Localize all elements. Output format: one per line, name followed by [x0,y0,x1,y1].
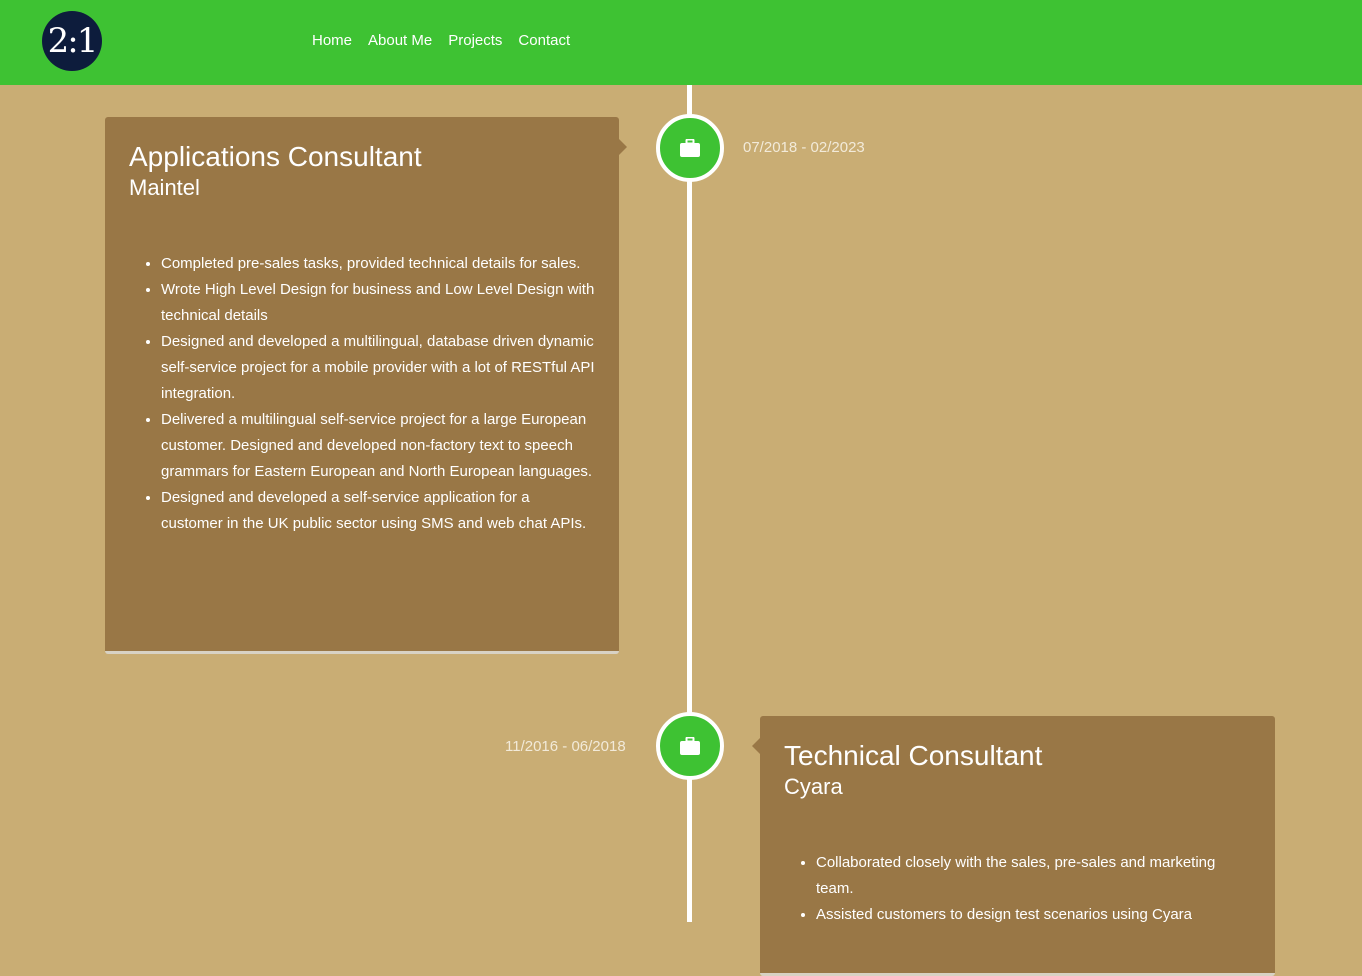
timeline-node-2 [656,712,724,780]
briefcase-icon [680,139,700,157]
briefcase-icon [680,737,700,755]
list-item: Completed pre-sales tasks, provided tech… [161,251,595,277]
job-title: Applications Consultant [129,141,422,172]
card-pointer [752,738,760,754]
main-nav: Home About Me Projects Contact [312,31,570,51]
job-duties-list: Completed pre-sales tasks, provided tech… [129,251,595,537]
list-item: Assisted customers to design test scenar… [816,902,1251,928]
list-item: Designed and developed a multilingual, d… [161,329,595,407]
list-item: Designed and developed a self-service ap… [161,485,595,537]
nav-contact-link[interactable]: Contact [518,31,570,51]
timeline-card-1: Applications Consultant Maintel Complete… [105,117,627,654]
list-item: Collaborated closely with the sales, pre… [816,850,1251,902]
nav-about-me-link[interactable]: About Me [368,31,432,51]
company-name: Cyara [784,774,843,799]
nav-home-link[interactable]: Home [312,31,352,51]
nav-projects-link[interactable]: Projects [448,31,502,51]
timeline-date-1: 07/2018 - 02/2023 [743,139,865,156]
card-pointer [619,139,627,155]
site-logo[interactable]: 2:1 [42,11,102,71]
timeline-line [687,85,692,922]
timeline-card-2: Technical Consultant Cyara Collaborated … [752,716,1275,976]
company-name: Maintel [129,175,200,200]
list-item: Wrote High Level Design for business and… [161,277,595,329]
job-title: Technical Consultant [784,740,1043,771]
top-navbar: 2:1 Home About Me Projects Contact [0,0,1362,85]
timeline-date-2: 11/2016 - 06/2018 [505,738,626,755]
list-item: Delivered a multilingual self-service pr… [161,407,595,485]
job-duties-list: Collaborated closely with the sales, pre… [784,850,1251,928]
timeline-node-1 [656,114,724,182]
